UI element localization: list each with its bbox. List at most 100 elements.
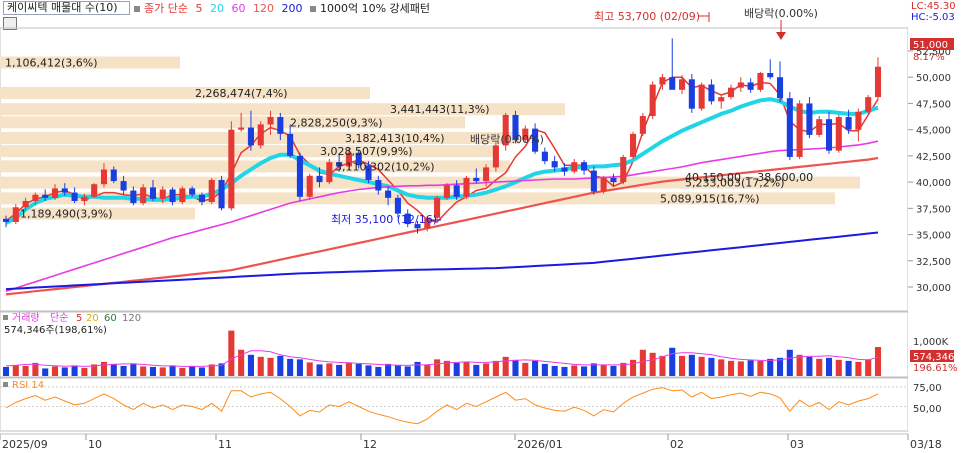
volume-bar [512,359,519,376]
volume-bar [336,364,343,376]
volume-bar [630,359,637,376]
volume-bar [316,364,323,376]
volume-bar [786,349,793,376]
volume-bar [502,356,509,376]
candle [140,184,147,206]
volume-ma-period-5[interactable]: 5 [76,313,82,324]
candle [257,121,264,149]
volume-bar [610,365,617,376]
candle [463,175,470,199]
current-price-label: 51,000 [913,40,948,51]
volume-bar [825,357,833,376]
volume-value-line: 574,346주(198,61%) [4,325,107,336]
rsi-tick-75: 75,00 [913,383,942,394]
volume-bar [639,349,646,376]
volume-bar [2,366,10,376]
volume-bar [100,361,108,376]
volume-ma-period-60[interactable]: 60 [104,313,117,324]
candle [816,116,823,138]
volume-bar [835,359,842,376]
volume-ma-period-20[interactable]: 20 [86,313,99,324]
range-annotation: 40,150,00 ~ 38,600,00 [685,171,813,184]
x-axis-label: 12 [363,438,377,451]
candle [306,173,313,200]
candle [855,108,862,142]
volume-bar [267,357,274,376]
volume-bar [365,365,372,376]
volume-axis-tick: 1,000K [913,337,949,348]
volume-bar [688,354,695,376]
volume-bar [169,365,176,376]
candle [835,114,842,153]
candle [492,142,499,172]
volume-bar [149,366,157,376]
rsi-line [5,387,879,425]
candle [581,160,588,175]
volume-bar [247,354,254,376]
volume-profile-label: 3,441,443(11,3%) [390,103,490,116]
volume-bar [737,361,744,376]
rsi-layer [0,386,908,425]
volume-bar [473,364,480,376]
volume-bar [404,366,411,376]
volume-bar [522,362,529,376]
candle [688,74,695,113]
candle [296,152,303,201]
candle [130,186,137,206]
volume-bar [747,360,754,376]
volume-bar [669,347,676,376]
x-axis-label: 03/18 [910,438,942,451]
volume-bar [845,360,852,376]
volume-bar [385,363,392,376]
price-tick-label: 30,000 [916,283,951,294]
candle [287,124,294,158]
candle [669,38,676,90]
volume-bar [140,366,147,376]
volume-bar [453,362,460,376]
dividend-annotation-2: 배당락(0.00%) [744,7,818,20]
low-annotation: 최저 35,100 (12/16) [331,213,437,226]
rsi-panel-frame [0,377,909,432]
volume-bar [776,357,784,376]
candle [590,166,597,195]
current-change-label: 8.17% [913,52,945,63]
volume-profile-label: 3,028,507(9,9%) [320,145,413,158]
volume-bar [874,347,882,376]
candle [874,57,882,100]
volume-bar [679,355,686,376]
x-axis-label: 02 [670,438,684,451]
chart-canvas: 52,50050,00047,50045,00042,50040,00037,5… [0,7,966,451]
candle [571,159,578,174]
volume-bar [81,367,88,376]
candle [91,183,98,198]
candle [806,97,813,139]
volume-bar [581,366,588,376]
candle [737,77,744,92]
volume-bar [571,365,578,376]
volume-profile-label: 2,268,474(7,4%) [195,87,288,100]
volume-bar [110,363,117,376]
candle [767,59,774,80]
volume-bar [355,363,362,376]
candle [698,82,705,111]
candle [639,112,646,136]
volume-profile-label: 1,189,490(3,9%) [20,208,113,221]
volume-bar [727,360,735,376]
candle [776,61,784,103]
x-axis-label: 11 [218,438,232,451]
x-axis-label: 10 [88,438,102,451]
volume-bar [424,364,431,376]
stock-chart-window: { "header": { "stock_name": "케이씨텍 매물대 수(… [0,0,966,453]
volume-ma-label: 단순 [50,312,68,324]
volume-bar [434,359,441,376]
x-axis-label: 2026/01 [517,438,563,451]
candle [12,204,19,225]
volume-ma-period-120[interactable]: 120 [122,313,141,324]
dividend-arrow-2-icon [776,32,786,40]
candle [179,186,186,205]
volume-bar [532,360,539,376]
x-axis-labels: 2025/09 10 11 12 2026/01 02 03 03/18 [0,434,942,451]
dividend-annotation-1: 배당락(0.00%) [470,133,544,146]
volume-bar [757,360,764,376]
candle [326,159,333,185]
